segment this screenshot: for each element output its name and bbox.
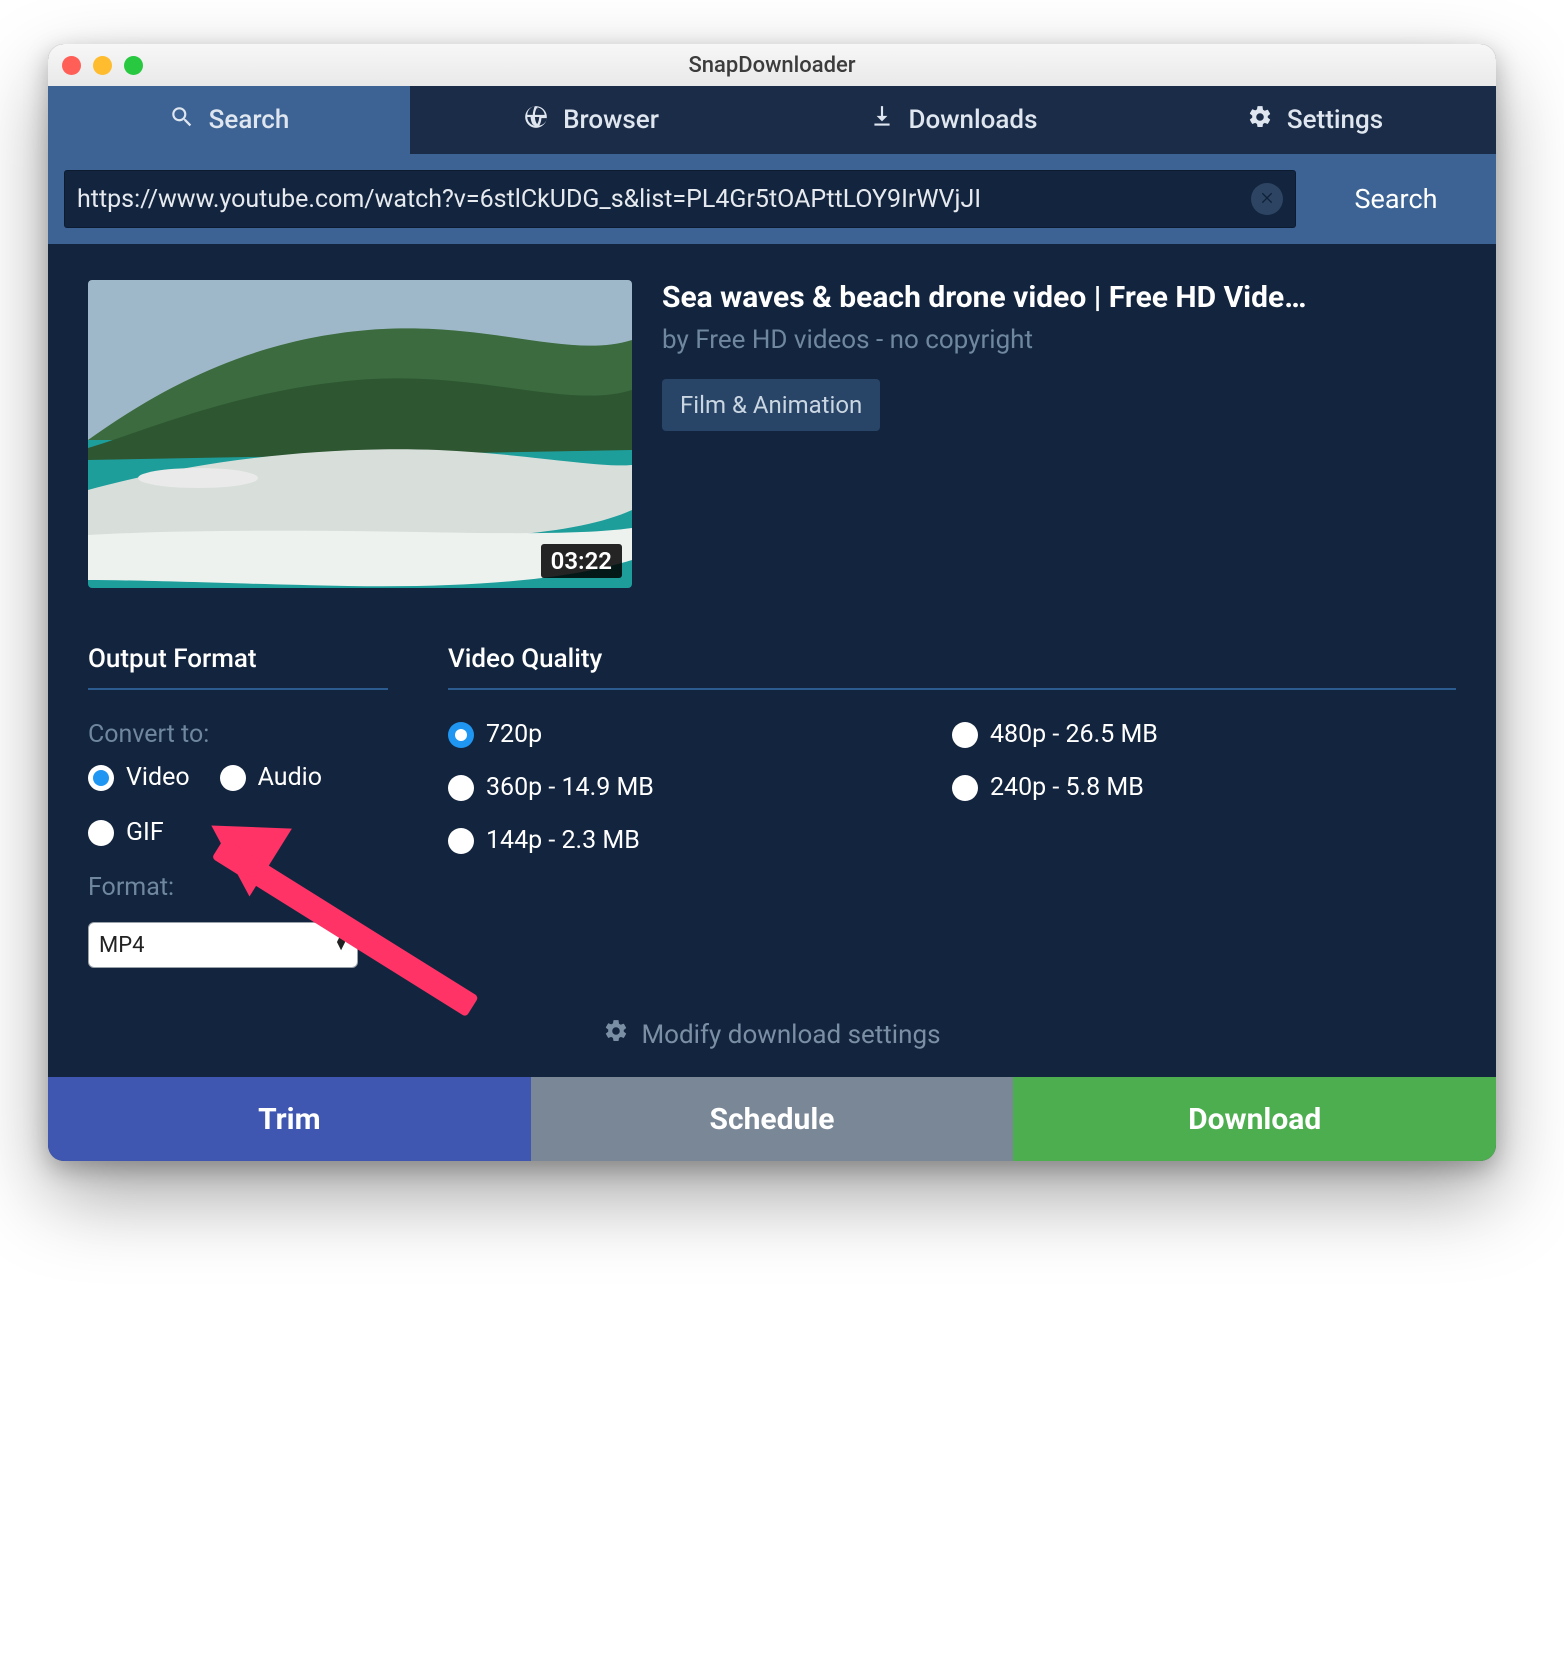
radio-icon	[448, 828, 474, 854]
radio-audio-label: Audio	[258, 763, 322, 792]
output-format-section: Output Format Convert to: Video Audio GI…	[88, 644, 388, 968]
modify-download-settings-link[interactable]: Modify download settings	[603, 1018, 940, 1051]
quality-720p[interactable]: 720p	[448, 720, 952, 749]
radio-gif[interactable]: GIF	[88, 818, 164, 847]
radio-audio[interactable]: Audio	[220, 763, 322, 792]
modify-settings-row: Modify download settings	[88, 968, 1456, 1077]
radio-video[interactable]: Video	[88, 763, 190, 792]
video-meta: Sea waves & beach drone video | Free HD …	[662, 280, 1456, 588]
video-thumbnail[interactable]: 03:22	[88, 280, 632, 588]
quality-label: 144p - 2.3 MB	[486, 826, 640, 855]
author-prefix: by	[662, 325, 695, 355]
bottom-actions: Trim Schedule Download	[48, 1077, 1496, 1161]
video-quality-heading: Video Quality	[448, 644, 1456, 690]
format-select[interactable]: MP4	[88, 922, 358, 968]
radio-icon	[88, 820, 114, 846]
radio-icon	[220, 765, 246, 791]
radio-icon	[448, 722, 474, 748]
schedule-button[interactable]: Schedule	[531, 1077, 1014, 1161]
gear-icon	[603, 1018, 629, 1051]
video-category-badge[interactable]: Film & Animation	[662, 379, 880, 431]
close-icon	[1259, 189, 1275, 209]
format-label: Format:	[88, 873, 388, 902]
clear-url-button[interactable]	[1251, 183, 1283, 215]
top-tabs: Search Browser Downloads Settings	[48, 86, 1496, 154]
window-title: SnapDownloader	[48, 53, 1496, 78]
quality-240p[interactable]: 240p - 5.8 MB	[952, 773, 1456, 802]
radio-icon	[952, 775, 978, 801]
tab-search[interactable]: Search	[48, 86, 410, 154]
download-button[interactable]: Download	[1013, 1077, 1496, 1161]
tab-downloads[interactable]: Downloads	[772, 86, 1134, 154]
output-format-heading: Output Format	[88, 644, 388, 690]
video-author: by Free HD videos - no copyright	[662, 325, 1456, 355]
thumbnail-image	[88, 280, 632, 588]
trim-button[interactable]: Trim	[48, 1077, 531, 1161]
tab-downloads-label: Downloads	[909, 105, 1038, 135]
quality-360p[interactable]: 360p - 14.9 MB	[448, 773, 952, 802]
content-area: 03:22 Sea waves & beach drone video | Fr…	[48, 244, 1496, 1077]
video-info: 03:22 Sea waves & beach drone video | Fr…	[88, 280, 1456, 588]
tab-search-label: Search	[209, 105, 290, 135]
quality-label: 240p - 5.8 MB	[990, 773, 1144, 802]
download-icon	[869, 104, 895, 137]
modify-settings-label: Modify download settings	[641, 1020, 940, 1050]
quality-480p[interactable]: 480p - 26.5 MB	[952, 720, 1456, 749]
tab-browser-label: Browser	[563, 105, 659, 135]
tab-settings[interactable]: Settings	[1134, 86, 1496, 154]
url-bar: Search	[48, 154, 1496, 244]
quality-label: 720p	[486, 720, 542, 749]
quality-grid: 720p 480p - 26.5 MB 360p - 14.9 MB 240p …	[448, 720, 1456, 855]
tab-settings-label: Settings	[1287, 105, 1383, 135]
author-name: Free HD videos - no copyright	[695, 325, 1033, 355]
globe-icon	[523, 104, 549, 137]
quality-144p[interactable]: 144p - 2.3 MB	[448, 826, 952, 855]
gear-icon	[1247, 104, 1273, 137]
convert-to-label: Convert to:	[88, 720, 388, 749]
tab-browser[interactable]: Browser	[410, 86, 772, 154]
url-input[interactable]	[77, 185, 1251, 214]
search-icon	[169, 104, 195, 137]
video-quality-section: Video Quality 720p 480p - 26.5 MB 360p -…	[448, 644, 1456, 968]
video-duration: 03:22	[541, 544, 622, 578]
radio-gif-label: GIF	[126, 818, 164, 847]
radio-icon	[88, 765, 114, 791]
url-input-wrap	[64, 170, 1296, 228]
radio-icon	[952, 722, 978, 748]
app-window: SnapDownloader Search Browser Downloads	[48, 44, 1496, 1161]
quality-label: 480p - 26.5 MB	[990, 720, 1158, 749]
titlebar: SnapDownloader	[48, 44, 1496, 86]
radio-video-label: Video	[126, 763, 190, 792]
search-button[interactable]: Search	[1296, 170, 1496, 228]
radio-icon	[448, 775, 474, 801]
quality-label: 360p - 14.9 MB	[486, 773, 654, 802]
video-title: Sea waves & beach drone video | Free HD …	[662, 280, 1456, 315]
options-row: Output Format Convert to: Video Audio GI…	[88, 644, 1456, 968]
